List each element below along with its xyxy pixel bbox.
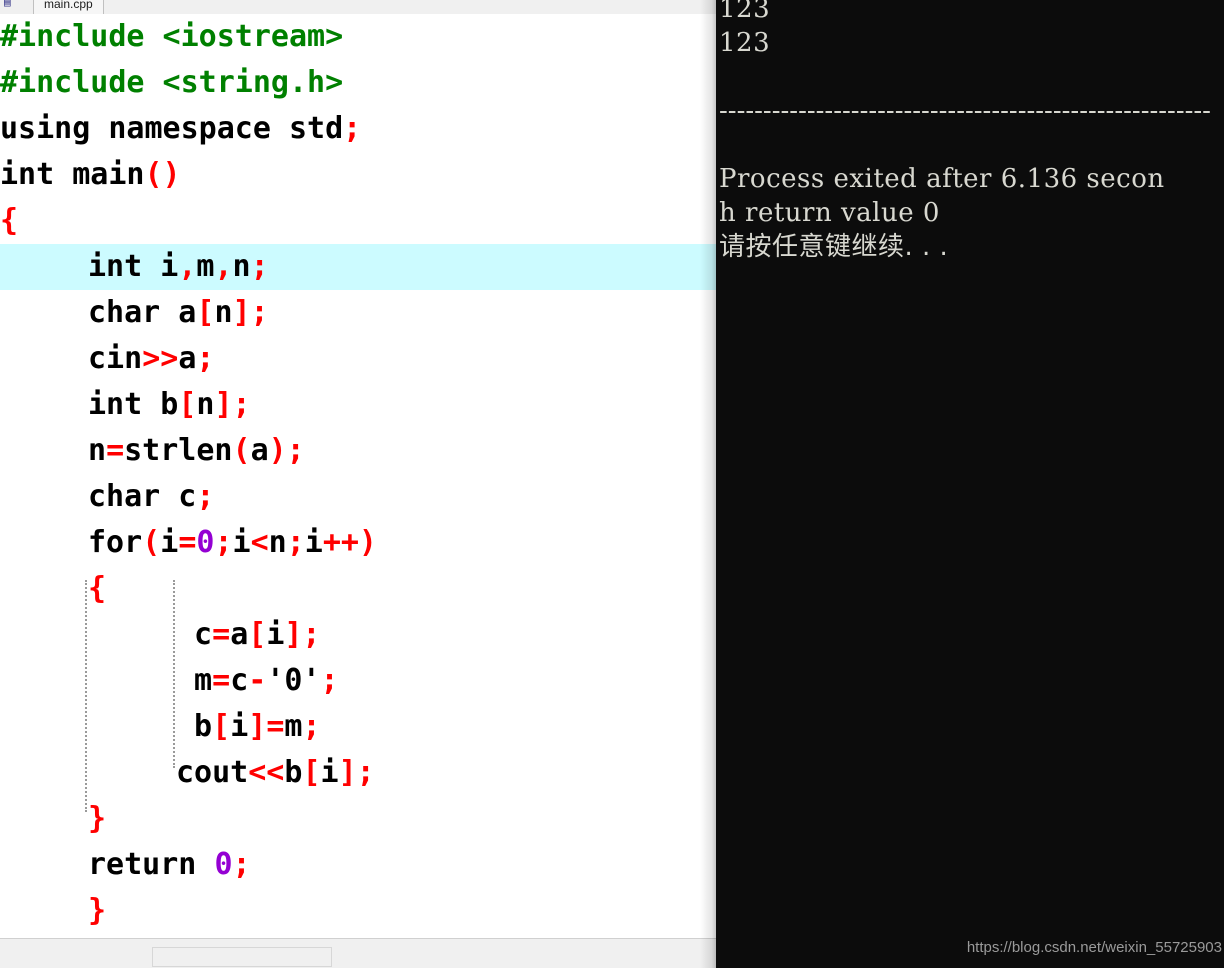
code-token: =: [266, 709, 285, 744]
code-token: [: [178, 387, 197, 422]
code-token: ;: [196, 479, 215, 514]
code-token: =: [212, 617, 231, 652]
code-token: #include <iostream>: [0, 19, 344, 54]
code-token: {: [0, 203, 19, 238]
code-token: =: [106, 433, 125, 468]
code-token: 0: [214, 847, 233, 882]
code-token: i: [232, 525, 251, 560]
code-token: ,: [214, 249, 233, 284]
code-token: char c: [88, 479, 197, 514]
code-token: n: [214, 295, 233, 330]
code-token: cin: [88, 341, 143, 376]
code-token: int b: [88, 387, 179, 422]
editor-tab-main-cpp[interactable]: main.cpp: [33, 0, 104, 14]
code-token: ;: [320, 663, 339, 698]
code-token: ,: [178, 249, 197, 284]
code-token: (): [144, 157, 181, 192]
code-token: c: [176, 617, 213, 652]
code-token: char a: [88, 295, 197, 330]
code-token: using namespace std: [0, 111, 344, 146]
code-token: for: [88, 525, 143, 560]
console-line: 123: [719, 28, 771, 58]
code-token: ];: [284, 617, 321, 652]
code-token: -: [248, 663, 267, 698]
code-token: int main: [0, 157, 145, 192]
status-bar-panel: [152, 947, 332, 967]
code-token: m: [176, 663, 213, 698]
code-token: ;: [343, 111, 362, 146]
ide-window: ▤ main.cpp #include <iostream> #include <…: [0, 0, 1224, 968]
code-token: {: [88, 571, 107, 606]
code-token: n: [196, 387, 215, 422]
code-token: m: [196, 249, 215, 284]
code-token: [: [196, 295, 215, 330]
code-token: n: [232, 249, 251, 284]
code-token: i: [320, 755, 339, 790]
code-token: [: [302, 755, 321, 790]
code-token: ;: [196, 341, 215, 376]
cpp-file-icon: ▤: [4, 0, 11, 9]
code-token: i: [304, 525, 323, 560]
code-token: c: [230, 663, 249, 698]
code-token: i: [266, 617, 285, 652]
code-token: #include <string.h>: [0, 65, 344, 100]
code-token: =: [212, 663, 231, 698]
code-token: n: [268, 525, 287, 560]
code-token: '0': [266, 663, 321, 698]
watermark-text: https://blog.csdn.net/weixin_55725903: [966, 939, 1222, 956]
console-lines: 123 123 ----------------------------------…: [716, 0, 1224, 264]
code-token: <: [250, 525, 269, 560]
code-token: 0: [196, 525, 215, 560]
program-output-console[interactable]: 123 123 ----------------------------------…: [716, 0, 1224, 968]
code-token: i: [230, 709, 249, 744]
code-token: ;: [232, 847, 251, 882]
code-token: m: [284, 709, 303, 744]
code-token: strlen: [124, 433, 233, 468]
code-token: }: [88, 801, 107, 836]
code-token: =: [178, 525, 197, 560]
code-token: a: [178, 341, 197, 376]
code-token: );: [268, 433, 305, 468]
code-token: cout: [176, 755, 249, 790]
console-line: h return value 0: [719, 198, 940, 228]
code-token: (: [232, 433, 251, 468]
code-token: b: [284, 755, 303, 790]
console-line: 请按任意键继续. . .: [719, 232, 949, 262]
code-token: ;: [250, 249, 269, 284]
code-token: ];: [338, 755, 375, 790]
code-token: i: [160, 525, 179, 560]
code-token: (: [142, 525, 161, 560]
code-token: >>: [142, 341, 179, 376]
code-token: }: [88, 893, 107, 928]
code-token: <<: [248, 755, 285, 790]
console-line: ----------------------------------------…: [719, 96, 1211, 126]
code-token: ++): [322, 525, 377, 560]
console-line: Process exited after 6.136 secon: [719, 164, 1165, 194]
code-token: int i: [88, 249, 179, 284]
console-line: 123: [719, 0, 771, 24]
code-token: ];: [232, 295, 269, 330]
code-token: ;: [302, 709, 321, 744]
code-token: return: [88, 847, 215, 882]
code-token: [: [248, 617, 267, 652]
code-token: ];: [214, 387, 251, 422]
code-token: b: [176, 709, 213, 744]
code-token: n: [88, 433, 107, 468]
code-token: ;: [286, 525, 305, 560]
code-token: a: [250, 433, 269, 468]
code-token: ;: [214, 525, 233, 560]
code-token: ]: [248, 709, 267, 744]
code-token: a: [230, 617, 249, 652]
code-token: [: [212, 709, 231, 744]
